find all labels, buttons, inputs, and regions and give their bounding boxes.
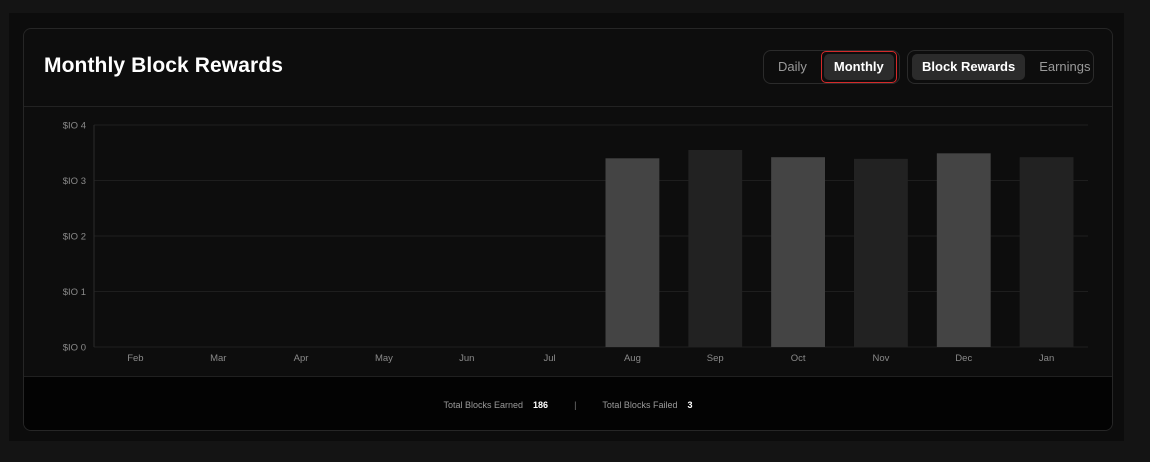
- block-rewards-card: Monthly Block Rewards Daily Monthly Bloc…: [23, 28, 1113, 431]
- x-tick-label: Mar: [210, 353, 226, 364]
- metric-earnings-button[interactable]: Earnings: [1029, 54, 1100, 80]
- card-header: Monthly Block Rewards Daily Monthly Bloc…: [24, 29, 1112, 107]
- period-toggle: Daily Monthly: [763, 50, 900, 84]
- chart-area: $IO 0 $IO 1 $IO 2 $IO 3 $IO 4 Feb Mar Apr May Jun…: [24, 107, 1112, 375]
- x-tick-label: Jul: [544, 353, 556, 364]
- period-daily-button[interactable]: Daily: [768, 54, 817, 80]
- y-tick-label: $IO 1: [63, 287, 86, 298]
- x-tick-label: Aug: [624, 353, 641, 364]
- bar-chart: $IO 0 $IO 1 $IO 2 $IO 3 $IO 4 Feb Mar Apr May Jun…: [63, 121, 1088, 364]
- total-failed-value: 3: [687, 400, 693, 410]
- x-tick-label: Apr: [294, 353, 309, 364]
- x-tick-label: Jun: [459, 353, 474, 364]
- y-tick-label: $IO 2: [63, 232, 86, 243]
- card-footer: Total Blocks Earned 186 | Total Blocks F…: [24, 376, 1112, 430]
- x-tick-label: Feb: [127, 353, 143, 364]
- x-tick-label: Nov: [872, 353, 889, 364]
- bar-dec[interactable]: [936, 153, 991, 347]
- total-earned-value: 186: [533, 400, 549, 410]
- x-tick-label: Jan: [1039, 353, 1054, 364]
- bar-oct[interactable]: [771, 157, 826, 347]
- period-monthly-button[interactable]: Monthly: [823, 54, 894, 80]
- x-tick-label: May: [375, 353, 393, 364]
- period-monthly-highlight: Monthly: [820, 51, 897, 83]
- footer-separator: |: [574, 400, 577, 410]
- y-tick-label: $IO 3: [63, 176, 86, 187]
- bar-aug[interactable]: [605, 158, 660, 347]
- x-tick-label: Oct: [791, 353, 806, 364]
- page-title: Monthly Block Rewards: [44, 54, 283, 77]
- total-failed-label: Total Blocks Failed: [602, 400, 678, 410]
- x-tick-label: Dec: [955, 353, 972, 364]
- bar-sep[interactable]: [688, 149, 743, 347]
- total-earned-label: Total Blocks Earned: [443, 400, 524, 410]
- y-tick-label: $IO 4: [63, 121, 86, 132]
- y-tick-label: $IO 0: [63, 343, 86, 354]
- x-tick-label: Sep: [707, 353, 724, 364]
- bar-jan[interactable]: [1019, 157, 1074, 347]
- bar-nov[interactable]: [853, 158, 908, 347]
- metric-block-rewards-button[interactable]: Block Rewards: [912, 54, 1026, 80]
- metric-toggle: Block Rewards Earnings: [907, 50, 1094, 84]
